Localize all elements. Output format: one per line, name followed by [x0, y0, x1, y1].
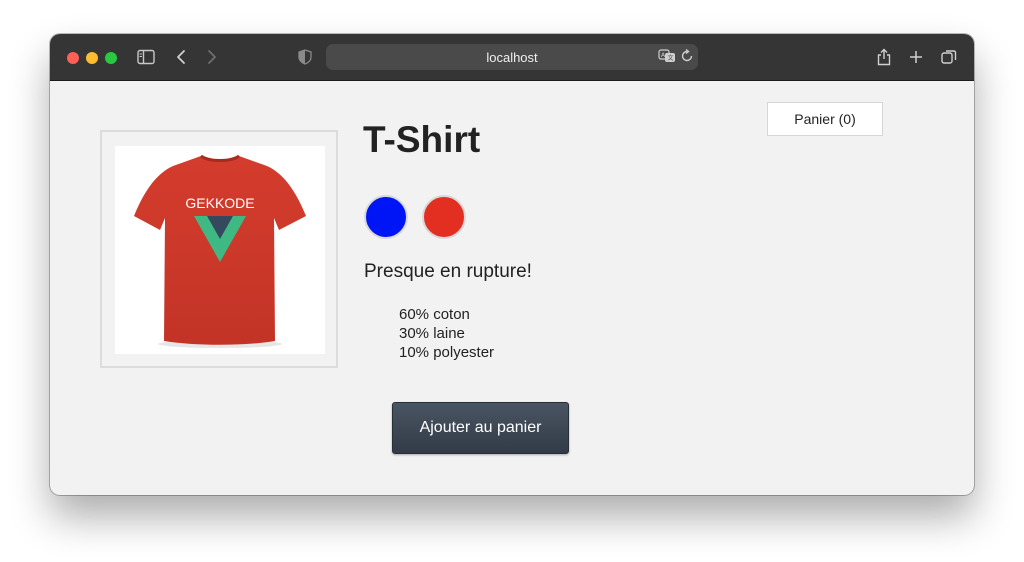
add-to-cart-button[interactable]: Ajouter au panier — [392, 402, 569, 454]
color-swatch-red[interactable] — [422, 195, 466, 239]
shirt-logo-text: GEKKODE — [185, 195, 254, 211]
browser-window: localhost A文 Panier (0) GEKKODE T-Shirt … — [50, 34, 974, 495]
tabs-overview-icon[interactable] — [938, 46, 960, 68]
page-content: Panier (0) GEKKODE T-Shirt Presque en ru… — [50, 81, 974, 495]
reload-icon[interactable] — [677, 46, 697, 66]
detail-item: 30% laine — [399, 325, 465, 342]
stock-status: Presque en rupture! — [364, 261, 532, 282]
new-tab-icon[interactable] — [905, 46, 927, 68]
svg-text:文: 文 — [668, 54, 674, 62]
detail-item: 60% coton — [399, 306, 470, 323]
zoom-window-button[interactable] — [105, 52, 117, 64]
forward-icon[interactable] — [201, 46, 223, 68]
minimize-window-button[interactable] — [86, 52, 98, 64]
address-bar[interactable]: localhost A文 — [326, 44, 698, 70]
detail-item: 10% polyester — [399, 344, 495, 361]
product-details: 60% coton 30% laine 10% polyester — [399, 305, 494, 362]
share-icon[interactable] — [873, 46, 895, 68]
sidebar-icon[interactable] — [135, 46, 157, 68]
shield-icon[interactable] — [294, 46, 316, 68]
browser-toolbar: localhost A文 — [50, 34, 974, 81]
product-image: GEKKODE — [115, 146, 325, 354]
back-icon[interactable] — [170, 46, 192, 68]
close-window-button[interactable] — [67, 52, 79, 64]
url-text: localhost — [486, 50, 538, 65]
cart-button[interactable]: Panier (0) — [767, 102, 883, 136]
product-title: T-Shirt — [363, 119, 481, 160]
color-swatch-blue[interactable] — [364, 195, 408, 239]
translate-icon[interactable]: A文 — [657, 46, 677, 66]
product-image-frame: GEKKODE — [100, 130, 338, 368]
